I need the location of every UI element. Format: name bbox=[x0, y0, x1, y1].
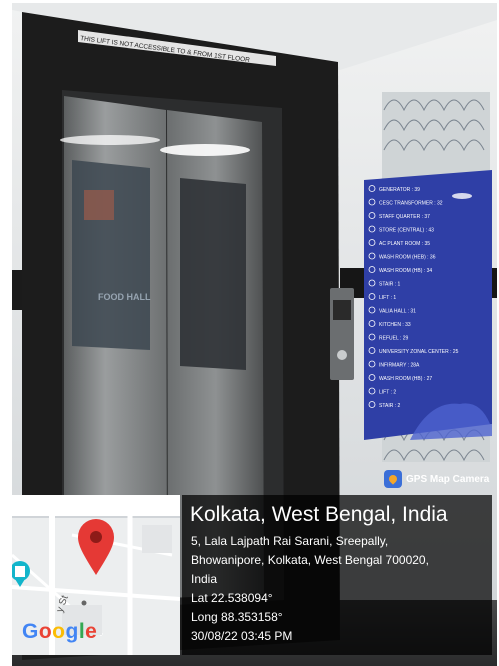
directory-item: UNIVERSITY ZONAL CENTER : 25 bbox=[379, 349, 459, 355]
mini-map: y St Google bbox=[12, 495, 180, 655]
reflection-text: FOOD HALL bbox=[98, 292, 151, 302]
directory-item: KITCHEN : 33 bbox=[379, 322, 411, 328]
directory-item: WASH ROOM (HB) : 27 bbox=[379, 376, 432, 382]
address-line-1: 5, Lala Lajpath Rai Sarani, Sreepally, bbox=[191, 534, 389, 548]
call-button-icon bbox=[337, 350, 347, 360]
location-title: Kolkata, West Bengal, India bbox=[190, 503, 448, 526]
location-details-panel: Kolkata, West Bengal, India 5, Lala Lajp… bbox=[182, 495, 492, 655]
latitude-text: Lat 22.538094° bbox=[191, 591, 273, 605]
address-line-2: Bhowanipore, Kolkata, West Bengal 700020… bbox=[191, 553, 429, 567]
directory-item: AC PLANT ROOM : 35 bbox=[379, 241, 430, 247]
address-line-3: India bbox=[191, 572, 218, 586]
map-pin-icon bbox=[384, 470, 402, 488]
directory-item: STAFF QUARTER : 37 bbox=[379, 214, 430, 220]
directory-item: STORE (CENTRAL) : 43 bbox=[379, 228, 434, 234]
gps-tag-label: GPS Map Camera bbox=[406, 473, 490, 485]
gps-map-camera-tag: GPS Map Camera bbox=[384, 466, 499, 492]
directory-item: GENERATOR : 39 bbox=[379, 187, 420, 193]
directory-item: LIFT : 1 bbox=[379, 295, 396, 301]
directory-item: VALIA HALL : 31 bbox=[379, 309, 416, 315]
longitude-text: Long 88.353158° bbox=[191, 610, 283, 624]
directory-item: STAIR : 1 bbox=[379, 282, 401, 288]
directory-sign bbox=[364, 170, 492, 440]
photo-frame: THIS LIFT IS NOT ACCESSIBLE TO & FROM 1S… bbox=[0, 0, 499, 666]
google-logo: Google bbox=[22, 620, 98, 643]
directory-item: WASH ROOM (HEB) : 36 bbox=[379, 255, 436, 261]
directory-item: LIFT : 2 bbox=[379, 390, 396, 396]
directory-item: REFUEL : 29 bbox=[379, 336, 408, 342]
directory-item: CESC TRANSFORMER : 32 bbox=[379, 201, 443, 207]
datetime-text: 30/08/22 03:45 PM bbox=[191, 629, 293, 643]
directory-item: STAIR : 2 bbox=[379, 403, 401, 409]
door-reflection bbox=[72, 160, 150, 350]
directory-item: WASH ROOM (HB) : 34 bbox=[379, 268, 432, 274]
location-stamp: y St Google Kolkata, West Bengal, India … bbox=[0, 492, 499, 666]
directory-item: INFIRMARY : 28A bbox=[379, 363, 420, 369]
